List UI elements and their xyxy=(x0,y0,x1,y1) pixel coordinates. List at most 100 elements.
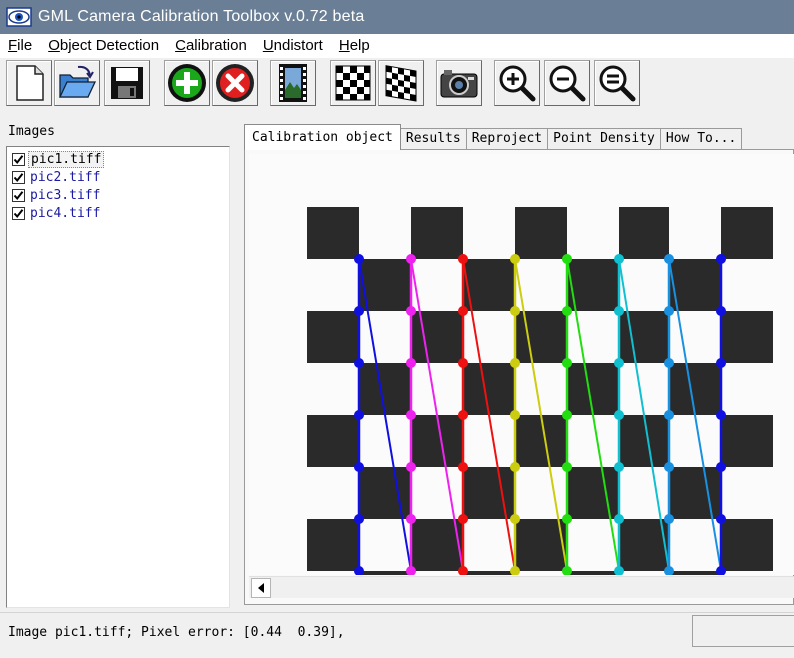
detected-corner-point xyxy=(562,514,572,524)
save-button[interactable] xyxy=(104,60,150,106)
image-viewport[interactable] xyxy=(249,154,794,575)
detected-corner-point xyxy=(406,254,416,264)
chessboard-square xyxy=(721,415,773,467)
chessboard-square xyxy=(411,207,463,259)
detected-corner-point xyxy=(664,514,674,524)
image-name: pic4.tiff xyxy=(30,205,101,221)
checkmark-icon xyxy=(13,208,24,218)
horizontal-scrollbar[interactable] xyxy=(249,576,794,598)
chessboard-square xyxy=(515,415,567,467)
image-list-item[interactable]: pic3.tiff xyxy=(7,186,229,204)
chessboard-icon xyxy=(335,65,371,101)
detected-corner-point xyxy=(354,462,364,472)
title-bar: GML Camera Calibration Toolbox v.0.72 be… xyxy=(0,0,794,34)
detected-corner-point xyxy=(664,254,674,264)
tab-results[interactable]: Results xyxy=(399,128,467,150)
menu-file[interactable]: File xyxy=(0,34,40,58)
add-image-button[interactable] xyxy=(164,60,210,106)
video-button[interactable] xyxy=(270,60,316,106)
detected-corner-point xyxy=(510,514,520,524)
image-list-item[interactable]: pic4.tiff xyxy=(7,204,229,222)
chessboard-square xyxy=(567,467,619,519)
zoom-out-button[interactable] xyxy=(544,60,590,106)
chessboard-square xyxy=(463,467,515,519)
chessboard-square xyxy=(619,207,669,259)
chessboard-square xyxy=(411,311,463,363)
detected-corner-point xyxy=(406,514,416,524)
menu-help[interactable]: Help xyxy=(331,34,378,58)
add-green-icon xyxy=(168,64,206,102)
chessboard-square xyxy=(307,415,359,467)
detected-corner-point xyxy=(458,462,468,472)
detect-skewed-chessboard-button[interactable] xyxy=(378,60,424,106)
checkmark-icon xyxy=(13,172,24,182)
chessboard-square xyxy=(307,519,359,571)
status-bar: Image pic1.tiff; Pixel error: [0.44 0.39… xyxy=(0,612,794,658)
chessboard-square xyxy=(515,207,567,259)
chessboard-square xyxy=(411,415,463,467)
chessboard-square xyxy=(463,571,515,575)
detected-corner-point xyxy=(614,514,624,524)
chessboard-square xyxy=(359,571,411,575)
chessboard-square xyxy=(567,571,619,575)
detected-corner-point xyxy=(510,462,520,472)
tab-how-to[interactable]: How To... xyxy=(659,128,743,150)
new-file-button[interactable] xyxy=(6,60,52,106)
detected-corner-point xyxy=(406,462,416,472)
zoom-out-icon xyxy=(549,65,586,102)
calibrate-camera-button[interactable] xyxy=(436,60,482,106)
detected-corner-point xyxy=(354,254,364,264)
image-list-item[interactable]: pic2.tiff xyxy=(7,168,229,186)
detected-corner-point xyxy=(354,306,364,316)
image-list-item[interactable]: pic1.tiff xyxy=(7,150,229,168)
detected-corner-point xyxy=(354,358,364,368)
chessboard-square xyxy=(463,363,515,415)
image-checkbox[interactable] xyxy=(12,188,25,202)
chessboard-square xyxy=(307,207,359,259)
chessboard-square xyxy=(359,363,411,415)
open-file-button[interactable] xyxy=(54,60,100,106)
image-name: pic1.tiff xyxy=(28,150,105,168)
status-box xyxy=(692,615,794,647)
chessboard-image xyxy=(307,207,773,575)
film-strip-icon xyxy=(279,64,307,102)
images-list[interactable]: pic1.tiff pic2.tiff pic3.tiff pic4.tiff xyxy=(6,146,230,608)
menu-bar: File Object Detection Calibration Undist… xyxy=(0,34,794,58)
menu-undistort[interactable]: Undistort xyxy=(255,34,331,58)
chessboard-square xyxy=(669,467,721,519)
detected-corner-point xyxy=(664,358,674,368)
chessboard-square xyxy=(721,311,773,363)
calibration-object-panel xyxy=(244,149,794,605)
image-checkbox[interactable] xyxy=(12,152,25,166)
detected-corner-point xyxy=(458,358,468,368)
remove-image-button[interactable] xyxy=(212,60,258,106)
zoom-in-icon xyxy=(499,65,536,102)
tab-reproject[interactable]: Reproject xyxy=(465,128,549,150)
chessboard-squares xyxy=(307,207,773,575)
detected-corner-point xyxy=(716,410,726,420)
open-folder-icon xyxy=(58,65,97,98)
chessboard-square xyxy=(669,571,721,575)
image-checkbox[interactable] xyxy=(12,206,25,220)
detect-chessboard-button[interactable] xyxy=(330,60,376,106)
detected-corner-point xyxy=(716,462,726,472)
detected-corner-point xyxy=(562,254,572,264)
menu-object-detection[interactable]: Object Detection xyxy=(40,34,167,58)
menu-calibration[interactable]: Calibration xyxy=(167,34,255,58)
detected-corner-point xyxy=(458,514,468,524)
scroll-left-button[interactable] xyxy=(251,578,271,598)
detected-corner-point xyxy=(716,254,726,264)
zoom-fit-button[interactable] xyxy=(594,60,640,106)
detected-corner-point xyxy=(614,410,624,420)
zoom-in-button[interactable] xyxy=(494,60,540,106)
image-name: pic3.tiff xyxy=(30,187,101,203)
detected-corner-point xyxy=(664,410,674,420)
chessboard-square xyxy=(307,311,359,363)
tab-point-density[interactable]: Point Density xyxy=(547,128,661,150)
image-checkbox[interactable] xyxy=(12,170,25,184)
window-title: GML Camera Calibration Toolbox v.0.72 be… xyxy=(38,8,365,25)
detected-corner-point xyxy=(458,254,468,264)
tab-calibration-object[interactable]: Calibration object xyxy=(244,124,401,150)
chessboard-square xyxy=(619,311,669,363)
save-disk-icon xyxy=(111,67,143,99)
